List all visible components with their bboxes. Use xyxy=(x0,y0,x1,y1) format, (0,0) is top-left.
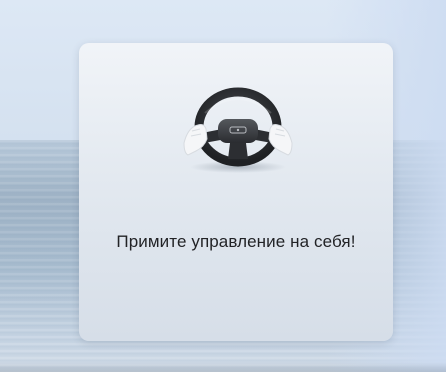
takeover-alert-screen: Примите управление на себя! xyxy=(0,0,446,372)
takeover-message: Примите управление на себя! xyxy=(116,232,356,251)
bottom-shade xyxy=(0,362,446,372)
steering-wheel-hands-icon xyxy=(178,83,298,177)
